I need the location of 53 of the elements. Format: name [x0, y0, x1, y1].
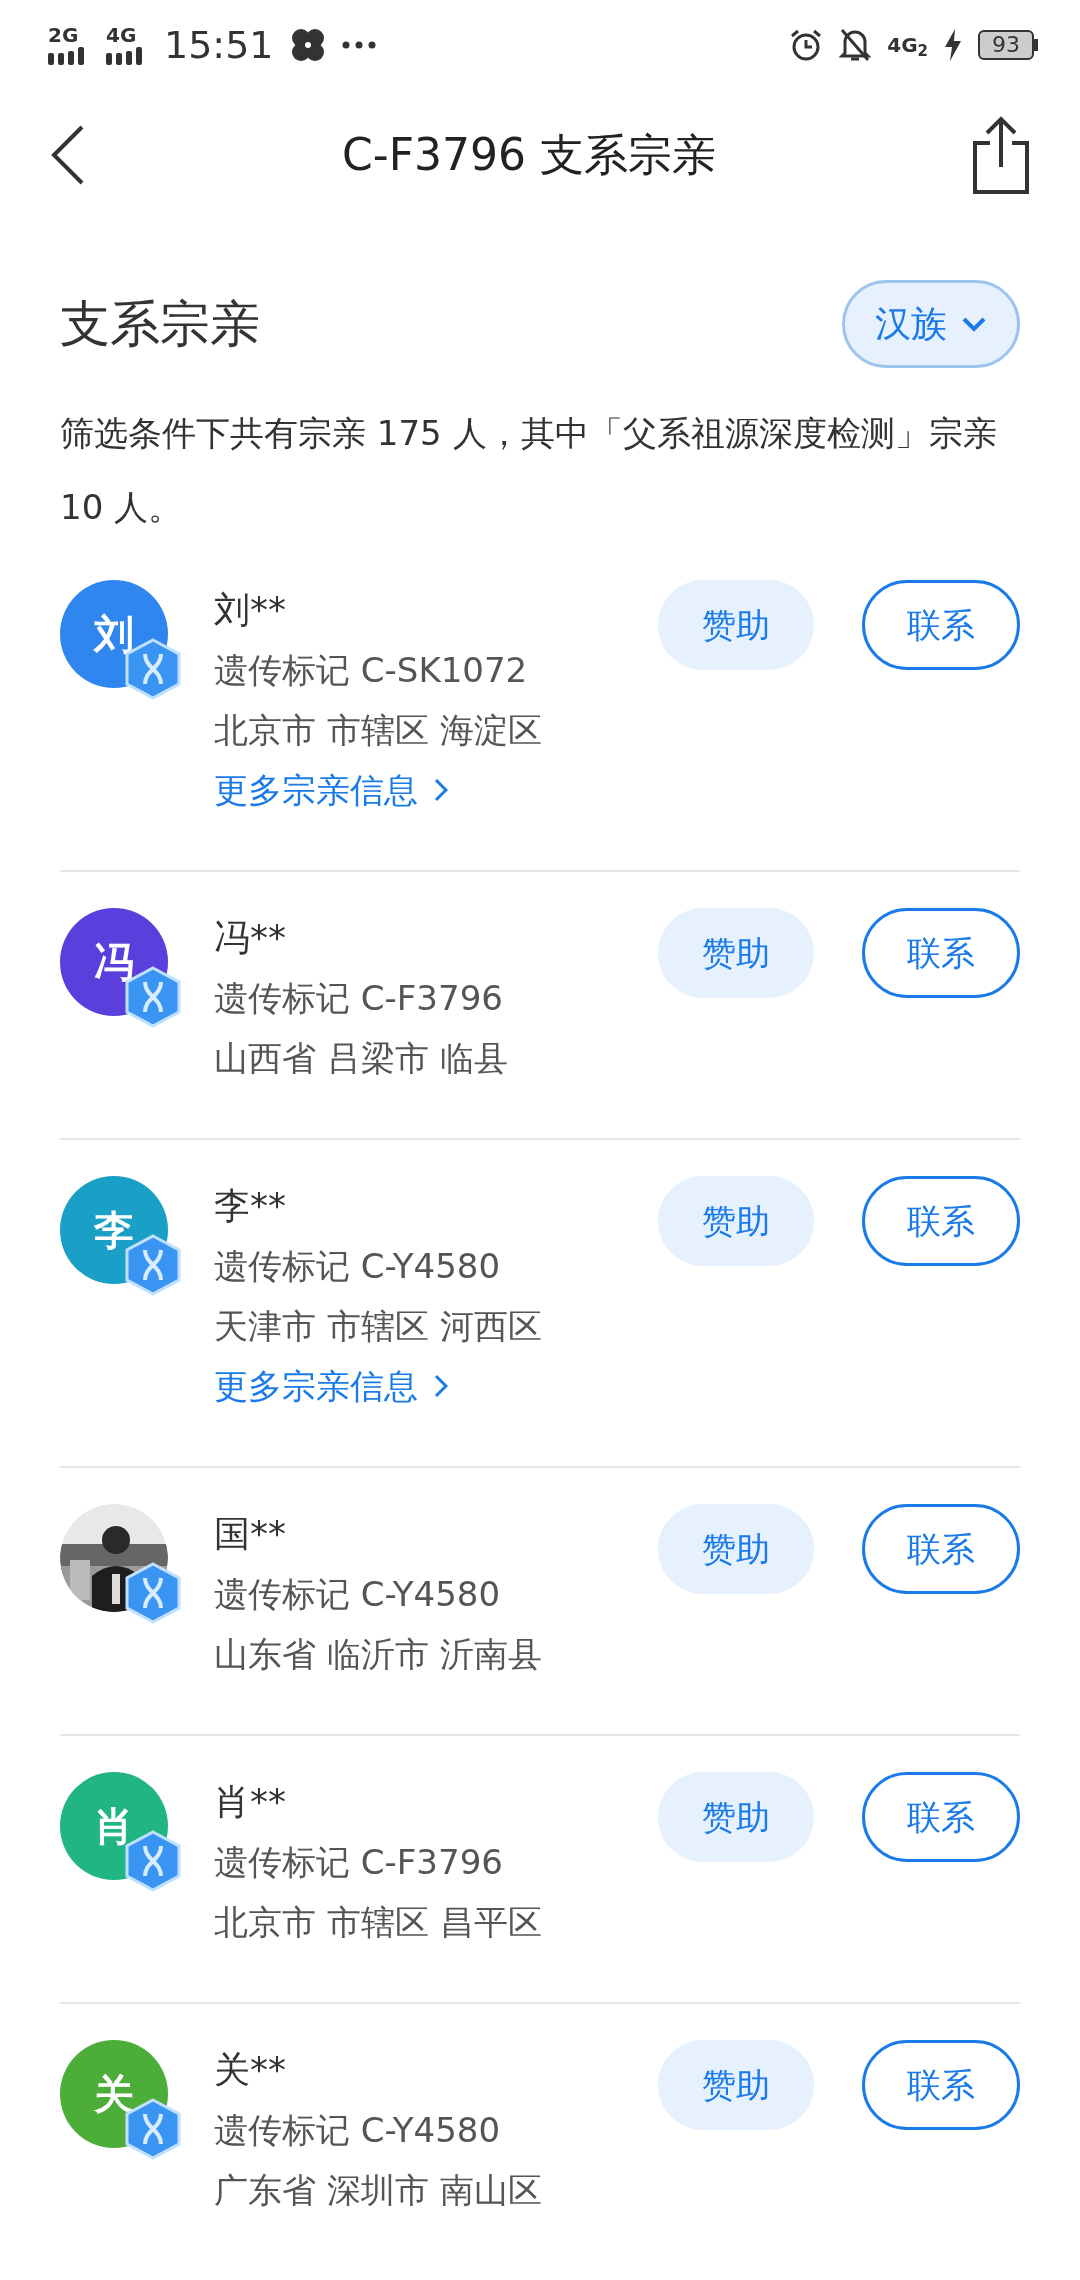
relative-name: 刘**	[214, 588, 287, 632]
chevron-down-icon	[961, 316, 987, 332]
network-label: 2G	[48, 25, 79, 45]
sponsor-button[interactable]: 赞助	[658, 2040, 814, 2130]
status-time: 15:51	[164, 21, 274, 69]
contact-button[interactable]: 联系	[862, 580, 1020, 670]
chevron-right-icon	[434, 778, 448, 802]
location-text: 广东省 深圳市 南山区	[214, 2169, 543, 2212]
network-label: 4G$_{2}$	[887, 35, 928, 55]
relative-name: 关**	[214, 2048, 287, 2092]
location-text: 北京市 市辖区 昌平区	[214, 1901, 543, 1944]
genetic-marker: 遗传标记 C-F3796	[214, 977, 504, 1020]
more-info-link[interactable]: 更多宗亲信息	[214, 760, 448, 820]
genetic-marker: 遗传标记 C-SK1072	[214, 649, 529, 692]
share-icon[interactable]	[972, 115, 1030, 195]
sponsor-button[interactable]: 赞助	[658, 580, 814, 670]
relative-name: 冯**	[214, 916, 287, 960]
relative-name: 肖**	[214, 1780, 287, 1824]
network-label: 4G	[106, 25, 137, 45]
contact-button[interactable]: 联系	[862, 908, 1020, 998]
more-icon	[341, 41, 376, 49]
genetic-marker: 遗传标记 C-Y4580	[214, 1573, 502, 1616]
alarm-icon	[789, 28, 824, 62]
pinwheel-icon	[289, 27, 326, 63]
page-title: C-F3796 支系宗亲	[342, 128, 716, 182]
contact-button[interactable]: 联系	[862, 1176, 1020, 1266]
location-text: 天津市 市辖区 河西区	[214, 1305, 543, 1348]
dna-badge-icon	[124, 1562, 182, 1624]
section-title: 支系宗亲	[60, 293, 260, 355]
genetic-marker: 遗传标记 C-F3796	[214, 1841, 504, 1884]
genetic-marker: 遗传标记 C-Y4580	[214, 2109, 502, 2152]
relative-name: 国**	[214, 1512, 287, 1556]
contact-button[interactable]: 联系	[862, 2040, 1020, 2130]
location-text: 山东省 临沂市 沂南县	[214, 1633, 543, 1676]
contact-button[interactable]: 联系	[862, 1504, 1020, 1594]
chevron-right-icon	[434, 1374, 448, 1398]
back-icon[interactable]	[50, 125, 86, 185]
battery-level: 93	[978, 30, 1034, 60]
sponsor-button[interactable]: 赞助	[658, 1772, 814, 1862]
summary-text: 筛选条件下共有宗亲 175 人，其中「父系祖源深度检测」宗亲 10 人。	[60, 412, 998, 529]
sponsor-button[interactable]: 赞助	[658, 1176, 814, 1266]
genetic-marker: 遗传标记 C-Y4580	[214, 1245, 502, 1288]
battery-tip-icon	[1034, 39, 1038, 51]
filter-dropdown[interactable]: 汉族	[842, 280, 1020, 368]
more-info-link[interactable]: 更多宗亲信息	[214, 1356, 448, 1416]
charging-icon	[944, 29, 962, 61]
relative-name: 李**	[214, 1184, 287, 1228]
location-text: 山西省 吕梁市 临县	[214, 1037, 509, 1080]
contact-button[interactable]: 联系	[862, 1772, 1020, 1862]
sponsor-button[interactable]: 赞助	[658, 908, 814, 998]
location-text: 北京市 市辖区 海淀区	[214, 709, 543, 752]
sponsor-button[interactable]: 赞助	[658, 1504, 814, 1594]
bell-off-icon	[839, 27, 872, 63]
